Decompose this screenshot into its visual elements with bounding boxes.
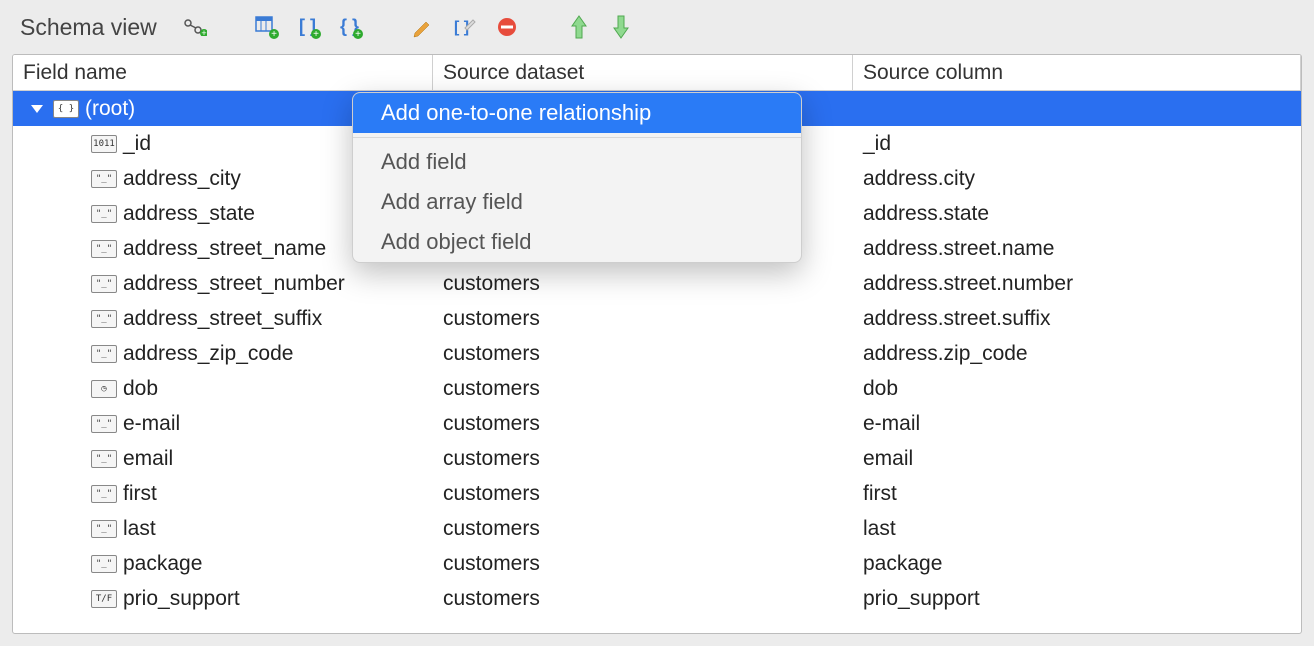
table-row[interactable]: "_"lastcustomerslast xyxy=(13,511,1301,546)
source-column-cell: email xyxy=(853,447,1301,471)
field-name-cell: prio_support xyxy=(123,587,240,611)
schema-view-title: Schema view xyxy=(20,14,157,41)
field-type-icon: "_" xyxy=(91,485,117,503)
field-type-icon: "_" xyxy=(91,555,117,573)
source-dataset-cell: customers xyxy=(433,412,853,436)
source-column-cell: _id xyxy=(853,132,1301,156)
field-name-cell: address_street_suffix xyxy=(123,307,322,331)
source-dataset-cell: customers xyxy=(433,307,853,331)
header-source-column[interactable]: Source column xyxy=(853,55,1301,90)
clear-icon[interactable]: [ ] xyxy=(451,13,479,41)
header-field-name[interactable]: Field name xyxy=(13,55,433,90)
add-array-icon[interactable]: [ ]+ xyxy=(295,13,323,41)
field-type-icon: "_" xyxy=(91,170,117,188)
field-type-icon: "_" xyxy=(91,520,117,538)
field-type-icon: "_" xyxy=(91,415,117,433)
source-dataset-cell: customers xyxy=(433,342,853,366)
edit-icon[interactable] xyxy=(409,13,437,41)
field-type-icon: "_" xyxy=(91,205,117,223)
source-column-cell: package xyxy=(853,552,1301,576)
object-type-icon: { } xyxy=(53,100,79,118)
field-type-icon: 1011 xyxy=(91,135,117,153)
field-name-cell: address_city xyxy=(123,167,241,191)
source-column-cell: address.city xyxy=(853,167,1301,191)
menu-item[interactable]: Add field xyxy=(353,142,801,182)
context-menu: Add one-to-one relationshipAdd fieldAdd … xyxy=(352,92,802,263)
table-row[interactable]: "_" address_street_number customersaddress… xyxy=(13,266,1301,301)
schema-toolbar: Schema view + + [ ]+ { }+ [ ] xyxy=(0,0,1314,54)
field-name-cell: address_street_name xyxy=(123,237,326,261)
field-name-cell: address_zip_code xyxy=(123,342,293,366)
field-name-cell: package xyxy=(123,552,202,576)
svg-text:+: + xyxy=(313,29,319,39)
table-row[interactable]: "_"packagecustomerspackage xyxy=(13,546,1301,581)
svg-text:+: + xyxy=(271,29,277,39)
field-name-cell: address_state xyxy=(123,202,255,226)
source-dataset-cell: customers xyxy=(433,552,853,576)
add-relationship-icon[interactable]: + xyxy=(181,13,209,41)
table-row[interactable]: "_"firstcustomersfirst xyxy=(13,476,1301,511)
source-column-cell: first xyxy=(853,482,1301,506)
delete-icon[interactable] xyxy=(493,13,521,41)
field-name-cell: address_street_number xyxy=(123,272,345,296)
field-type-icon: T/F xyxy=(91,590,117,608)
root-label: (root) xyxy=(85,97,135,121)
source-dataset-cell: customers xyxy=(433,517,853,541)
move-down-icon[interactable] xyxy=(607,13,635,41)
source-column-cell: address.zip_code xyxy=(853,342,1301,366)
source-column-cell: prio_support xyxy=(853,587,1301,611)
source-dataset-cell: customers xyxy=(433,587,853,611)
field-name-cell: first xyxy=(123,482,157,506)
table-row[interactable]: "_" address_street_suffix customersaddress… xyxy=(13,301,1301,336)
table-header: Field name Source dataset Source column xyxy=(13,55,1301,91)
source-dataset-cell: customers xyxy=(433,482,853,506)
field-type-icon: "_" xyxy=(91,240,117,258)
field-type-icon: "_" xyxy=(91,275,117,293)
move-up-icon[interactable] xyxy=(565,13,593,41)
svg-text:+: + xyxy=(201,28,206,36)
source-dataset-cell: customers xyxy=(433,272,853,296)
menu-item[interactable]: Add array field xyxy=(353,182,801,222)
add-table-icon[interactable]: + xyxy=(253,13,281,41)
table-row[interactable]: "_"emailcustomersemail xyxy=(13,441,1301,476)
table-row[interactable]: ◷dobcustomersdob xyxy=(13,371,1301,406)
menu-separator xyxy=(353,137,801,138)
add-object-icon[interactable]: { }+ xyxy=(337,13,365,41)
field-type-icon: "_" xyxy=(91,345,117,363)
source-dataset-cell: customers xyxy=(433,377,853,401)
source-column-cell: e-mail xyxy=(853,412,1301,436)
field-type-icon: ◷ xyxy=(91,380,117,398)
field-name-cell: last xyxy=(123,517,156,541)
source-column-cell: address.state xyxy=(853,202,1301,226)
menu-item[interactable]: Add one-to-one relationship xyxy=(353,93,801,133)
svg-text:+: + xyxy=(355,29,361,39)
field-type-icon: "_" xyxy=(91,450,117,468)
table-row[interactable]: T/Fprio_supportcustomersprio_support xyxy=(13,581,1301,616)
field-name-cell: email xyxy=(123,447,173,471)
source-dataset-cell: customers xyxy=(433,447,853,471)
table-row[interactable]: "_" address_zip_code customersaddress.zip_… xyxy=(13,336,1301,371)
table-row[interactable]: "_"e-mailcustomerse-mail xyxy=(13,406,1301,441)
header-source-dataset[interactable]: Source dataset xyxy=(433,55,853,90)
field-type-icon: "_" xyxy=(91,310,117,328)
source-column-cell: address.street.name xyxy=(853,237,1301,261)
source-column-cell: dob xyxy=(853,377,1301,401)
source-column-cell: address.street.suffix xyxy=(853,307,1301,331)
source-column-cell: last xyxy=(853,517,1301,541)
field-name-cell: e-mail xyxy=(123,412,180,436)
source-column-cell: address.street.number xyxy=(853,272,1301,296)
field-name-cell: _id xyxy=(123,132,151,156)
field-name-cell: dob xyxy=(123,377,158,401)
expand-icon[interactable] xyxy=(31,105,43,113)
menu-item[interactable]: Add object field xyxy=(353,222,801,262)
